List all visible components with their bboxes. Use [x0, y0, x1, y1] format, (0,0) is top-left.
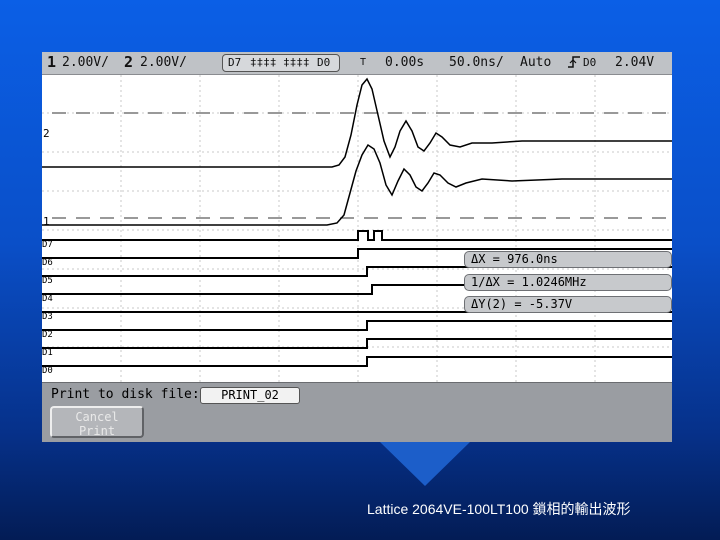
waveform-display: 2 1 D7 D6 D5 D4 D3 D2 D1 D0: [42, 75, 672, 382]
status-bar: 1 2.00V/ 2 2.00V/ D7 ‡‡‡‡ ‡‡‡‡ D0 T 0.00…: [42, 52, 672, 75]
time-scale[interactable]: 50.0ns/: [449, 55, 504, 70]
inverse-delta-x-readout: 1/ΔX = 1.0246MHz: [464, 274, 672, 291]
trigger-mode[interactable]: Auto: [520, 55, 551, 70]
digital-label-d0: D0: [42, 366, 53, 376]
d7-trace: [42, 230, 672, 241]
digital-label-d6: D6: [42, 258, 53, 268]
print-to-disk-label: Print to disk file:: [51, 387, 200, 402]
trigger-source[interactable]: D0: [583, 56, 596, 69]
ch2-trace: [42, 77, 672, 168]
ch1-marker: 1: [43, 215, 50, 228]
cancel-print-line1: Cancel: [75, 410, 119, 424]
ch2-marker: 2: [43, 127, 50, 140]
grid: [42, 75, 672, 382]
ground-reference-dashes: [52, 112, 672, 219]
delta-x-readout: ΔX = 976.0ns: [464, 251, 672, 268]
ch2-scale[interactable]: 2.00V/: [140, 55, 187, 70]
digital-range-start: D7: [228, 56, 242, 69]
ch1-scale[interactable]: 2.00V/: [62, 55, 109, 70]
ch1-trace: [42, 143, 672, 226]
ch2-number[interactable]: 2: [124, 53, 133, 71]
digital-range-end: D0: [317, 56, 331, 69]
trigger-level[interactable]: 2.04V: [615, 55, 654, 70]
digital-label-d2: D2: [42, 330, 53, 340]
digital-label-d7: D7: [42, 240, 53, 250]
cancel-print-line2: Print: [78, 424, 116, 438]
digital-label-d4: D4: [42, 294, 53, 304]
delta-y-readout: ΔY(2) = -5.37V: [464, 296, 672, 313]
oscilloscope-screen: 1 2.00V/ 2 2.00V/ D7 ‡‡‡‡ ‡‡‡‡ D0 T 0.00…: [42, 52, 672, 442]
trigger-point-marker: T: [360, 57, 367, 68]
digital-label-d1: D1: [42, 348, 53, 358]
time-offset[interactable]: 0.00s: [385, 55, 424, 70]
digital-label-d3: D3: [42, 312, 53, 322]
ch1-number[interactable]: 1: [47, 53, 56, 71]
digital-label-d5: D5: [42, 276, 53, 286]
digital-glyphs: ‡‡‡‡ ‡‡‡‡: [250, 56, 310, 69]
slide-caption: Lattice 2064VE-100LT100 鎖相的輸出波形: [367, 501, 631, 517]
rising-edge-icon: [567, 54, 581, 74]
d2-trace: [42, 320, 672, 331]
digital-channels-box[interactable]: D7 ‡‡‡‡ ‡‡‡‡ D0: [222, 54, 340, 72]
softkey-bar: Print to disk file: PRINT_02 Cancel Prin…: [42, 382, 672, 442]
cancel-print-button[interactable]: Cancel Print: [50, 406, 144, 438]
pointer-triangle: [380, 442, 470, 486]
print-file-name[interactable]: PRINT_02: [200, 387, 300, 404]
d0-trace: [42, 356, 672, 367]
